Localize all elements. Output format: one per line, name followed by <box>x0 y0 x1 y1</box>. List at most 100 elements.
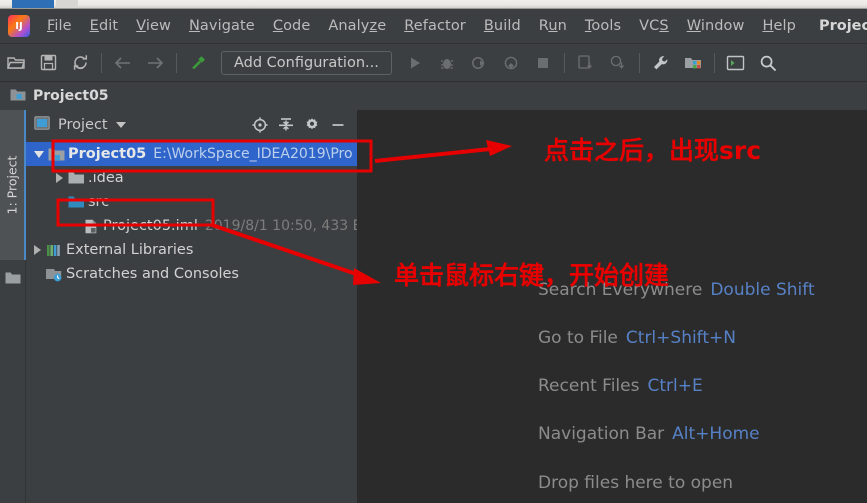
run-with-coverage-icon[interactable] <box>466 50 492 76</box>
hint-recent-files: Recent Files Ctrl+E <box>538 376 703 396</box>
expand-arrow-icon[interactable] <box>52 166 66 190</box>
hint-go-to-file: Go to File Ctrl+Shift+N <box>538 328 736 348</box>
hint-drop-files: Drop files here to open <box>538 473 733 493</box>
toolbar-separator <box>101 52 102 73</box>
tree-label-iml-file: Project05.iml <box>103 218 198 234</box>
menu-bar: File Edit View Navigate Code Analyze Ref… <box>0 9 867 44</box>
hint-shortcut-recent-files: Ctrl+E <box>647 376 703 396</box>
collapse-all-icon[interactable] <box>273 112 299 138</box>
tool-window-tab-project[interactable]: 1: Project <box>0 110 26 260</box>
tool-window-tab-project-label: 1: Project <box>4 155 20 215</box>
folder-icon <box>66 166 86 190</box>
wrench-settings-icon[interactable] <box>648 50 674 76</box>
left-tool-window-strip: 1: Project <box>0 110 26 503</box>
hint-search-everywhere: Search Everywhere Double Shift <box>538 280 815 300</box>
toolbar-separator-2 <box>176 52 177 73</box>
tree-path-project-root: E:\WorkSpace_IDEA2019\Pro <box>153 146 353 162</box>
menu-item-edit[interactable]: Edit <box>81 15 127 37</box>
forward-arrow-icon[interactable] <box>142 50 168 76</box>
editor-empty-area[interactable]: Search Everywhere Double Shift Go to File… <box>358 110 867 503</box>
hint-shortcut-navigation-bar: Alt+Home <box>672 424 760 444</box>
menu-item-navigate[interactable]: Navigate <box>180 15 264 37</box>
chevron-down-icon[interactable] <box>115 121 126 128</box>
intellij-idea-window: File Edit View Navigate Code Analyze Ref… <box>0 0 867 503</box>
run-icon[interactable] <box>402 50 428 76</box>
window-project-title: Project05 <box>818 18 867 34</box>
libraries-icon <box>44 238 64 262</box>
tree-label-scratches-and-consoles: Scratches and Consoles <box>66 266 239 282</box>
tree-row-idea-folder[interactable]: .idea <box>26 166 357 190</box>
tree-label-src-folder: src <box>88 194 110 210</box>
stop-icon[interactable] <box>530 50 556 76</box>
scratches-icon <box>44 262 64 286</box>
os-tab-inactive[interactable] <box>56 0 78 8</box>
commit-icon[interactable] <box>605 50 631 76</box>
hint-label-navigation-bar: Navigation Bar <box>538 424 665 444</box>
profiler-icon[interactable] <box>498 50 524 76</box>
project-panel-title[interactable]: Project <box>58 117 108 133</box>
tree-row-iml-file[interactable]: Project05.iml 2019/8/1 10:50, 433 B <box>26 214 362 238</box>
build-hammer-icon[interactable] <box>185 50 211 76</box>
project-tree: Project05 E:\WorkSpace_IDEA2019\Pro .ide… <box>26 139 362 503</box>
tree-label-idea-folder: .idea <box>88 170 124 186</box>
hint-navigation-bar: Navigation Bar Alt+Home <box>538 424 760 444</box>
menu-item-help[interactable]: Help <box>753 15 804 37</box>
tree-row-project-root[interactable]: Project05 E:\WorkSpace_IDEA2019\Pro <box>26 142 357 166</box>
scroll-from-source-icon[interactable] <box>247 112 273 138</box>
main-toolbar: Add Configuration... <box>0 44 867 82</box>
menu-item-run[interactable]: Run <box>530 15 576 37</box>
menu-item-vcs[interactable]: VCS <box>630 15 678 37</box>
menu-item-refactor[interactable]: Refactor <box>395 15 475 37</box>
toolbar-separator-3 <box>563 52 565 73</box>
hint-shortcut-go-to-file: Ctrl+Shift+N <box>625 328 736 348</box>
project-panel-header: Project <box>26 110 357 139</box>
toolbar-separator-4 <box>638 52 640 73</box>
tree-row-src-folder[interactable]: src <box>26 190 357 214</box>
menu-item-code[interactable]: Code <box>264 15 320 37</box>
folder-icon[interactable] <box>5 270 21 289</box>
tree-label-project-root: Project05 <box>68 146 147 162</box>
intellij-idea-logo-icon <box>8 15 30 37</box>
settings-gear-icon[interactable] <box>299 112 325 138</box>
save-icon[interactable] <box>35 50 61 76</box>
hint-shortcut-search-everywhere: Double Shift <box>710 280 815 300</box>
expand-arrow-icon[interactable] <box>32 142 46 166</box>
sync-icon[interactable] <box>67 50 93 76</box>
hint-label-search-everywhere: Search Everywhere <box>538 280 703 300</box>
os-tab-active[interactable] <box>12 0 54 8</box>
debug-icon[interactable] <box>434 50 460 76</box>
open-folder-icon[interactable] <box>3 50 29 76</box>
search-icon[interactable] <box>755 50 781 76</box>
project-module-icon <box>46 142 66 166</box>
tree-meta-iml-file: 2019/8/1 10:50, 433 B <box>204 218 363 234</box>
back-arrow-icon[interactable] <box>110 50 136 76</box>
breadcrumb-project-label[interactable]: Project05 <box>33 88 109 104</box>
project-structure-icon[interactable] <box>680 50 706 76</box>
hint-label-go-to-file: Go to File <box>538 328 618 348</box>
tree-row-scratches-and-consoles[interactable]: Scratches and Consoles <box>26 262 357 286</box>
iml-file-icon <box>81 214 101 238</box>
expand-arrow-icon[interactable] <box>30 238 44 262</box>
project-tool-window: Project Project05 E:\WorkSpace_IDEA2019\… <box>26 110 362 503</box>
menu-item-analyze[interactable]: Analyze <box>319 15 395 37</box>
breadcrumb: Project05 <box>0 82 867 110</box>
menu-item-tools[interactable]: Tools <box>576 15 630 37</box>
source-folder-icon <box>66 190 86 214</box>
os-window-strip <box>0 0 867 9</box>
project-folder-icon <box>10 87 26 106</box>
tree-label-external-libraries: External Libraries <box>66 242 194 258</box>
hint-label-recent-files: Recent Files <box>538 376 640 396</box>
editor-hint-list: Search Everywhere Double Shift Go to File… <box>358 110 867 503</box>
menu-item-file[interactable]: File <box>38 15 81 37</box>
update-project-icon[interactable] <box>573 50 599 76</box>
menu-item-build[interactable]: Build <box>475 15 530 37</box>
project-view-icon <box>34 115 50 134</box>
hint-label-drop-files: Drop files here to open <box>538 473 734 493</box>
hide-panel-icon[interactable] <box>325 112 351 138</box>
toolbar-separator-5 <box>713 52 715 73</box>
tree-row-external-libraries[interactable]: External Libraries <box>26 238 357 262</box>
menu-item-window[interactable]: Window <box>678 15 754 37</box>
menu-item-view[interactable]: View <box>127 15 180 37</box>
terminal-icon[interactable] <box>723 50 749 76</box>
add-configuration-button[interactable]: Add Configuration... <box>221 50 392 75</box>
